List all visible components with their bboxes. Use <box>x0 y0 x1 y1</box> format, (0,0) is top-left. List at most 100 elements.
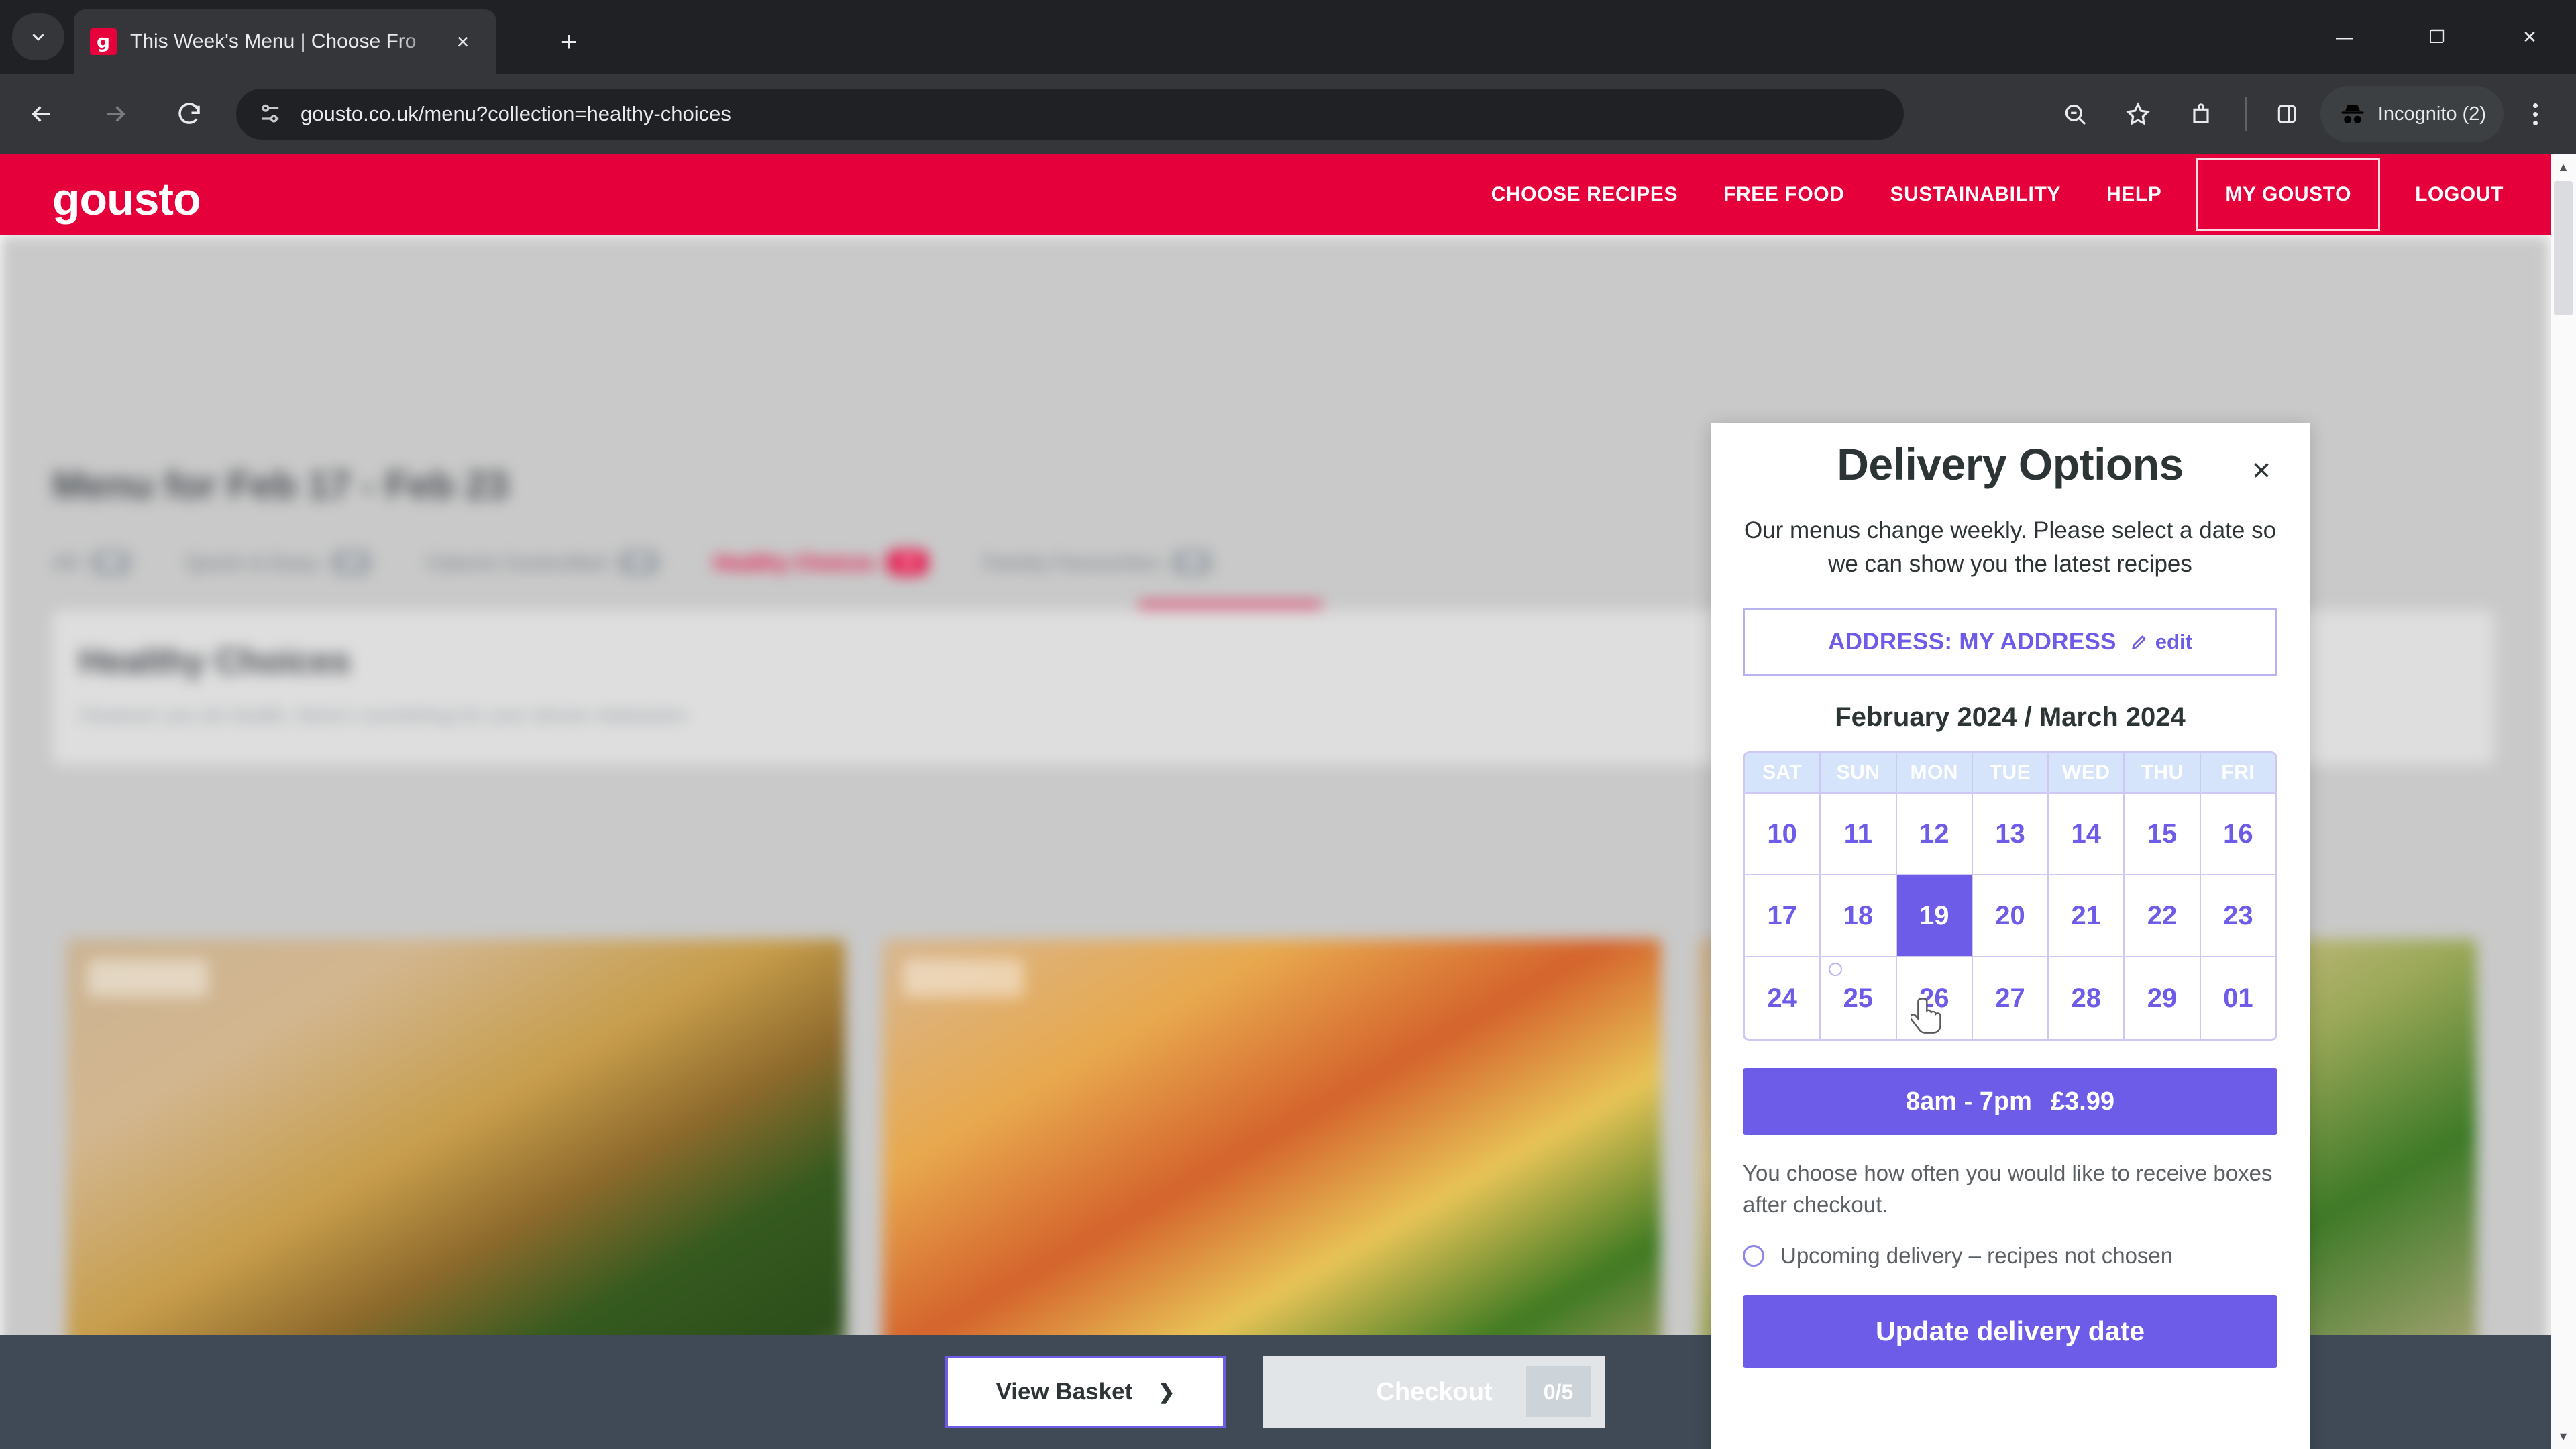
menu-dot <box>2532 103 2538 108</box>
checkout-button[interactable]: Checkout 0/5 <box>1263 1356 1605 1428</box>
profile-chip[interactable]: Incognito (2) <box>2320 86 2504 142</box>
scrollbar-thumb[interactable] <box>2554 181 2573 315</box>
calendar-month-label: February 2024 / March 2024 <box>1835 702 2186 733</box>
collection-tab-all[interactable]: All 80 <box>52 550 131 575</box>
recipe-tag-badge <box>87 959 208 997</box>
collection-tab-healthy-choices[interactable]: Healthy Choices 28 <box>714 550 928 575</box>
calendar-day[interactable]: 16 <box>2200 794 2275 876</box>
close-window-button[interactable]: ✕ <box>2483 0 2576 74</box>
delivery-marker-icon <box>1829 963 1843 977</box>
gousto-logo[interactable]: gousto <box>52 173 201 225</box>
calendar-header-row: SAT SUN MON TUE WED THU FRI <box>1745 753 2275 794</box>
weekday-wed: WED <box>2049 753 2125 794</box>
tab-label: Family Favourites <box>982 550 1160 574</box>
browser-tab[interactable]: g This Week's Menu | Choose Fro × <box>74 9 496 74</box>
calendar-day[interactable]: 23 <box>2200 875 2275 958</box>
address-bar[interactable]: gousto.co.uk/menu?collection=healthy-cho… <box>236 89 1904 140</box>
collection-tab-quick-easy[interactable]: Quick & Easy 24 <box>186 550 372 575</box>
scroll-down-arrow-icon[interactable]: ▼ <box>2551 1424 2576 1449</box>
tab-count: 30 <box>1171 550 1212 575</box>
site-settings-icon[interactable] <box>256 100 284 128</box>
incognito-icon <box>2341 105 2364 123</box>
page-scrollbar[interactable]: ▲ ▼ <box>2551 154 2576 1449</box>
nav-choose-recipes[interactable]: CHOOSE RECIPES <box>1468 183 1701 206</box>
weekday-thu: THU <box>2125 753 2201 794</box>
menu-dot <box>2532 111 2538 117</box>
checkout-count-badge: 0/5 <box>1526 1366 1591 1417</box>
minimize-button[interactable]: — <box>2298 0 2391 74</box>
tab-count: 80 <box>91 550 131 575</box>
nav-free-food[interactable]: FREE FOOD <box>1701 183 1867 206</box>
calendar-day[interactable]: 13 <box>1972 794 2049 876</box>
close-tab-button[interactable]: × <box>445 24 480 59</box>
section-heading: Healthy Choices <box>79 642 351 681</box>
tab-count: 24 <box>331 550 372 575</box>
chevron-down-icon: ❯ <box>1158 1381 1175 1403</box>
tab-count: 28 <box>888 550 928 575</box>
view-basket-button[interactable]: View Basket ❯ <box>945 1356 1226 1428</box>
radio-button-icon[interactable] <box>1743 1244 1764 1267</box>
maximize-button[interactable]: ❐ <box>2391 0 2483 74</box>
nav-my-gousto[interactable]: MY GOUSTO <box>2196 158 2381 231</box>
tab-label: All <box>52 550 79 574</box>
calendar-day[interactable]: 18 <box>1821 875 1897 958</box>
calendar-day-selected[interactable]: 19 <box>1896 875 1973 958</box>
calendar-day[interactable]: 12 <box>1896 794 1973 876</box>
browser-menu-button[interactable] <box>2509 85 2561 144</box>
calendar-day[interactable]: 27 <box>1973 957 2049 1040</box>
update-delivery-date-button[interactable]: Update delivery date <box>1743 1295 2277 1368</box>
calendar-day[interactable]: 29 <box>2125 957 2201 1040</box>
tab-search-button[interactable] <box>12 13 64 60</box>
upcoming-delivery-option[interactable]: Upcoming delivery – recipes not chosen <box>1743 1243 2277 1269</box>
calendar-week-row: 17 18 19 20 21 22 23 <box>1745 875 2275 958</box>
calendar-day[interactable]: 14 <box>2049 794 2125 876</box>
nav-logout[interactable]: LOGOUT <box>2392 183 2526 206</box>
view-basket-label: View Basket <box>996 1379 1133 1405</box>
delivery-options-modal: Delivery Options × Our menus change week… <box>1711 423 2310 1449</box>
calendar-day[interactable]: 15 <box>2125 794 2201 876</box>
edit-address-button[interactable]: edit <box>2130 630 2192 654</box>
tab-count: 32 <box>619 550 659 575</box>
forward-button[interactable] <box>83 82 148 146</box>
slot-time: 8am - 7pm <box>1905 1087 2032 1116</box>
tab-strip: g This Week's Menu | Choose Fro × + — ❐ … <box>0 0 2576 74</box>
search-icon[interactable] <box>2045 85 2104 144</box>
calendar-day[interactable]: 28 <box>2049 957 2125 1040</box>
collection-tab-calorie-controlled[interactable]: Calorie Controlled 32 <box>426 550 659 575</box>
scroll-up-arrow-icon[interactable]: ▲ <box>2551 154 2576 180</box>
browser-window: g This Week's Menu | Choose Fro × + — ❐ … <box>0 0 2576 1449</box>
gousto-favicon: g <box>90 28 117 55</box>
calendar-day[interactable]: 21 <box>2049 875 2125 958</box>
new-tab-button[interactable]: + <box>550 23 588 60</box>
calendar-day[interactable]: 24 <box>1745 957 1821 1040</box>
calendar-day[interactable]: 01 <box>2201 957 2275 1039</box>
back-button[interactable] <box>9 82 74 146</box>
side-panel-icon[interactable] <box>2257 85 2316 144</box>
tune-icon <box>262 104 279 123</box>
calendar-day[interactable]: 22 <box>2125 875 2201 958</box>
reload-button[interactable] <box>157 82 221 146</box>
extensions-icon[interactable] <box>2171 85 2231 144</box>
calendar-day-marked[interactable]: 25 <box>1821 957 1897 1040</box>
calendar-day[interactable]: 20 <box>1972 875 2049 958</box>
edit-label: edit <box>2155 630 2192 654</box>
close-modal-button[interactable]: × <box>2252 455 2271 487</box>
calendar-day[interactable]: 10 <box>1745 794 1821 876</box>
url-text: gousto.co.uk/menu?collection=healthy-cho… <box>301 102 731 125</box>
delivery-slot-button[interactable]: 8am - 7pm £3.99 <box>1743 1068 2277 1136</box>
window-controls: — ❐ ✕ <box>2298 0 2576 74</box>
recipe-tag-badge <box>903 959 1024 997</box>
address-row[interactable]: ADDRESS: MY ADDRESS edit <box>1743 608 2277 676</box>
nav-help[interactable]: HELP <box>2084 183 2184 206</box>
bookmark-star-icon[interactable] <box>2108 85 2167 144</box>
weekday-mon: MON <box>1896 753 1973 794</box>
nav-sustainability[interactable]: SUSTAINABILITY <box>1867 183 2084 206</box>
calendar-day[interactable]: 26 <box>1897 957 1973 1040</box>
calendar-day[interactable]: 17 <box>1745 875 1821 958</box>
toolbar-divider <box>2245 97 2247 131</box>
collection-tab-family-favourites[interactable]: Family Favourites 30 <box>983 550 1212 575</box>
frequency-note: You choose how often you would like to r… <box>1743 1161 2273 1217</box>
weekday-tue: TUE <box>1972 753 2049 794</box>
calendar-day[interactable]: 11 <box>1821 794 1897 876</box>
modal-title: Delivery Options <box>1837 439 2184 489</box>
